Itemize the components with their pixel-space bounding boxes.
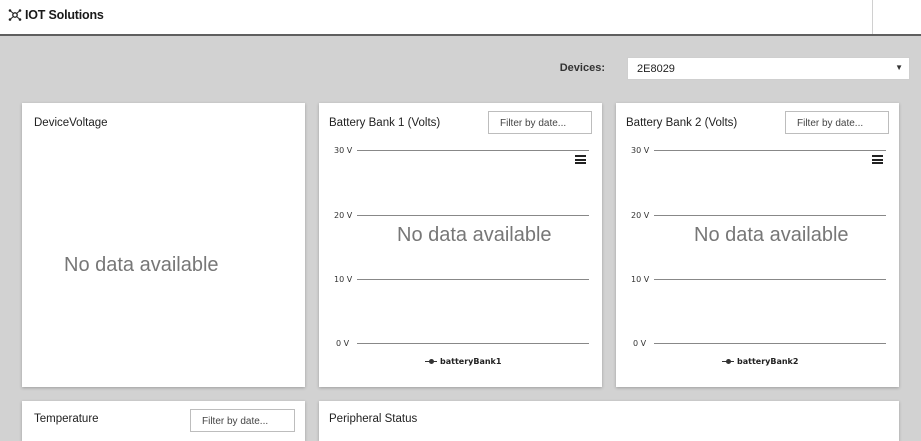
legend-marker-icon <box>722 359 734 365</box>
battery-bank-2-empty-message: No data available <box>694 224 849 246</box>
device-voltage-card: DeviceVoltage No data available <box>22 103 305 387</box>
peripheral-status-card: Peripheral Status <box>319 401 899 441</box>
battery-bank-1-empty-message: No data available <box>397 224 552 246</box>
battery-bank-1-legend[interactable]: batteryBank1 <box>425 357 501 366</box>
devices-label: Devices: <box>559 62 605 74</box>
battery-bank-2-card: Battery Bank 2 (Volts) Filter by date...… <box>616 103 899 387</box>
caret-down-icon: ▼ <box>895 63 903 72</box>
peripheral-status-title: Peripheral Status <box>329 413 418 425</box>
temperature-title: Temperature <box>34 413 99 425</box>
brand-logo[interactable]: IOT Solutions <box>8 8 104 22</box>
grid-line <box>654 343 886 344</box>
device-select[interactable]: 2E8029 ▼ <box>627 57 910 80</box>
grid-line <box>654 150 886 151</box>
battery-bank-1-filter-input[interactable]: Filter by date... <box>488 111 592 134</box>
chart-menu-icon[interactable] <box>872 155 883 164</box>
grid-line <box>357 279 589 280</box>
grid-line <box>357 150 589 151</box>
legend-marker-icon <box>425 359 437 365</box>
brand-name: IOT Solutions <box>25 8 104 22</box>
device-voltage-title: DeviceVoltage <box>34 117 108 129</box>
chart-menu-icon[interactable] <box>575 155 586 164</box>
battery-bank-2-legend[interactable]: batteryBank2 <box>722 357 798 366</box>
grid-line <box>357 343 589 344</box>
grid-line <box>654 215 886 216</box>
grid-line <box>654 279 886 280</box>
device-voltage-empty-message: No data available <box>64 254 219 276</box>
top-bar: IOT Solutions <box>0 0 921 36</box>
network-nodes-icon <box>8 9 22 21</box>
legend-label: batteryBank1 <box>440 357 502 366</box>
temperature-card: Temperature Filter by date... <box>22 401 305 441</box>
battery-bank-1-card: Battery Bank 1 (Volts) Filter by date...… <box>319 103 602 387</box>
battery-bank-2-filter-input[interactable]: Filter by date... <box>785 111 889 134</box>
battery-bank-1-title: Battery Bank 1 (Volts) <box>329 117 441 129</box>
temperature-filter-input[interactable]: Filter by date... <box>190 409 295 432</box>
grid-line <box>357 215 589 216</box>
legend-label: batteryBank2 <box>737 357 799 366</box>
battery-bank-2-title: Battery Bank 2 (Volts) <box>626 117 738 129</box>
topbar-divider <box>872 0 873 34</box>
device-select-value: 2E8029 <box>637 63 675 75</box>
